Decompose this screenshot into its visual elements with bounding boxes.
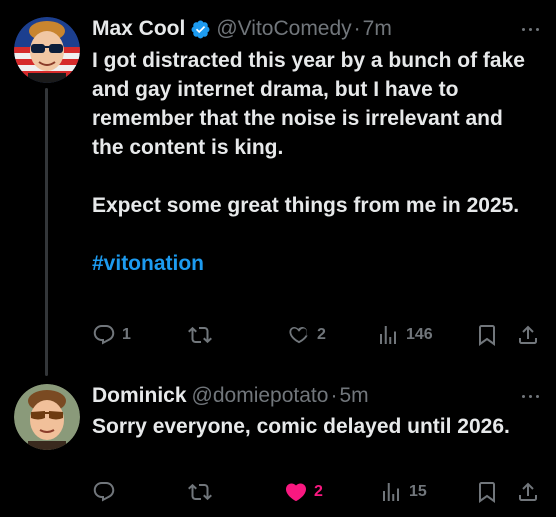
display-name[interactable]: Dominick bbox=[92, 384, 187, 408]
tweet-actions: 1 2 146 bbox=[92, 322, 542, 348]
handle[interactable]: @domiepotato bbox=[192, 384, 329, 408]
verified-badge-icon bbox=[190, 19, 211, 40]
like-count: 2 bbox=[317, 326, 326, 343]
tweet-dominick[interactable]: Dominick @domiepotato · 5m Sorry everyon… bbox=[0, 372, 556, 517]
timestamp[interactable]: 5m bbox=[339, 384, 368, 408]
tweet-paragraph: Expect some great things from me in 2025… bbox=[92, 194, 520, 217]
bookmark-button[interactable] bbox=[475, 479, 499, 505]
tweet-actions: 2 15 bbox=[92, 479, 542, 505]
view-count: 146 bbox=[406, 326, 433, 343]
repost-button[interactable] bbox=[188, 479, 218, 505]
views-icon bbox=[383, 483, 399, 501]
reply-button[interactable] bbox=[92, 479, 122, 505]
more-options-icon[interactable] bbox=[518, 24, 542, 34]
handle[interactable]: @VitoComedy bbox=[216, 17, 351, 41]
heart-outline-icon bbox=[289, 326, 308, 344]
bookmark-button[interactable] bbox=[475, 322, 499, 348]
separator-dot: · bbox=[353, 17, 361, 40]
share-icon bbox=[519, 482, 537, 501]
views-icon bbox=[380, 326, 396, 344]
share-icon bbox=[519, 325, 537, 344]
reply-icon bbox=[93, 482, 115, 502]
bookmark-icon bbox=[479, 325, 495, 346]
display-name[interactable]: Max Cool bbox=[92, 17, 185, 41]
tweet-paragraph: I got distracted this year by a bunch of… bbox=[92, 49, 525, 159]
avatar[interactable] bbox=[14, 384, 80, 450]
bookmark-icon bbox=[479, 482, 495, 503]
timestamp[interactable]: 7m bbox=[363, 17, 392, 41]
tweet-header: Dominick @domiepotato · 5m bbox=[92, 384, 496, 408]
tweet-paragraph: Sorry everyone, comic delayed until 2026… bbox=[92, 415, 510, 438]
hashtag-link[interactable]: #vitonation bbox=[92, 249, 532, 278]
views-button[interactable]: 146 bbox=[376, 322, 433, 348]
more-options-icon[interactable] bbox=[518, 391, 542, 401]
heart-filled-icon bbox=[285, 483, 307, 502]
tweet-text: I got distracted this year by a bunch of… bbox=[92, 46, 532, 278]
views-button[interactable]: 15 bbox=[379, 479, 427, 505]
reply-button[interactable]: 1 bbox=[92, 322, 131, 348]
tweet-max-cool[interactable]: Max Cool @VitoComedy · 7m I got distract… bbox=[0, 0, 556, 376]
repost-button[interactable] bbox=[188, 322, 218, 348]
like-count: 2 bbox=[314, 483, 323, 500]
avatar[interactable] bbox=[14, 17, 80, 83]
separator-dot: · bbox=[330, 384, 338, 407]
like-button[interactable]: 2 bbox=[284, 479, 323, 505]
like-button[interactable]: 2 bbox=[287, 322, 326, 348]
repost-icon bbox=[188, 326, 212, 344]
tweet-text: Sorry everyone, comic delayed until 2026… bbox=[92, 412, 532, 441]
thread-line bbox=[45, 88, 48, 376]
reply-icon bbox=[93, 325, 115, 345]
view-count: 15 bbox=[409, 483, 427, 500]
repost-icon bbox=[188, 483, 212, 501]
share-button[interactable] bbox=[516, 479, 540, 505]
reply-count: 1 bbox=[122, 326, 131, 343]
share-button[interactable] bbox=[516, 322, 540, 348]
tweet-header: Max Cool @VitoComedy · 7m bbox=[92, 17, 496, 41]
